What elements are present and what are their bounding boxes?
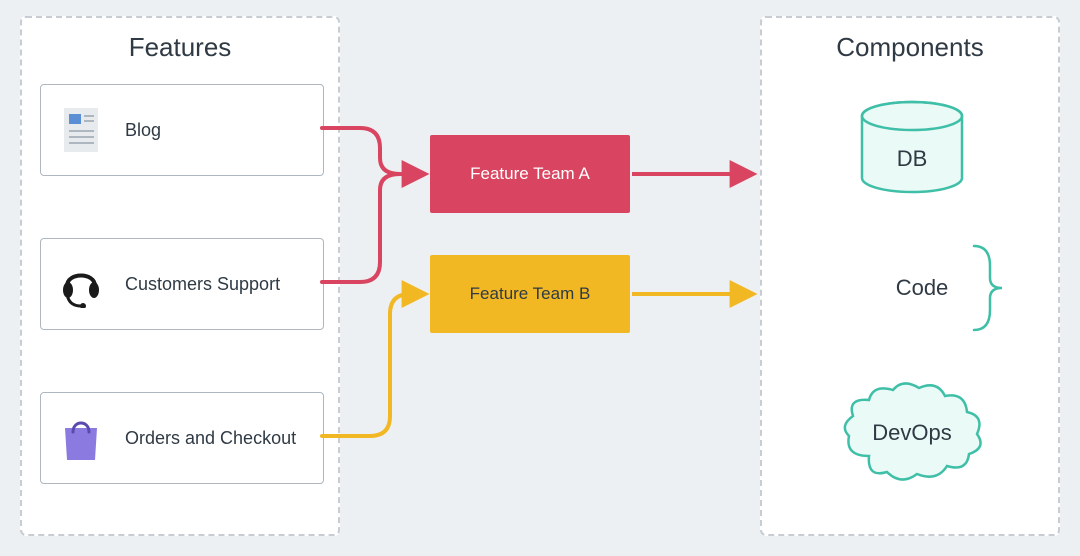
features-panel-title: Features bbox=[22, 18, 338, 63]
features-panel: Features Blog Customers S bbox=[20, 16, 340, 536]
feature-team-a-label: Feature Team A bbox=[470, 164, 590, 184]
feature-team-a-box: Feature Team A bbox=[430, 135, 630, 213]
feature-orders-checkout-label: Orders and Checkout bbox=[125, 428, 296, 449]
component-db: DB bbox=[852, 98, 972, 198]
feature-orders-checkout: Orders and Checkout bbox=[40, 392, 324, 484]
feature-customers-support-label: Customers Support bbox=[125, 274, 280, 295]
component-code-label: Code bbox=[896, 275, 949, 301]
component-devops-label: DevOps bbox=[872, 420, 951, 446]
shopping-bag-icon bbox=[57, 414, 105, 462]
document-icon bbox=[57, 106, 105, 154]
component-code: Code bbox=[842, 258, 1002, 318]
components-panel: Components DB Code DevOps bbox=[760, 16, 1060, 536]
components-panel-title: Components bbox=[762, 18, 1058, 63]
feature-blog-label: Blog bbox=[125, 120, 161, 141]
feature-customers-support: Customers Support bbox=[40, 238, 324, 330]
headset-icon bbox=[57, 260, 105, 308]
brace-icon bbox=[962, 238, 1012, 338]
feature-team-b-label: Feature Team B bbox=[470, 284, 591, 304]
feature-team-b-box: Feature Team B bbox=[430, 255, 630, 333]
component-devops: DevOps bbox=[837, 378, 987, 488]
component-db-label: DB bbox=[897, 146, 928, 172]
feature-blog: Blog bbox=[40, 84, 324, 176]
